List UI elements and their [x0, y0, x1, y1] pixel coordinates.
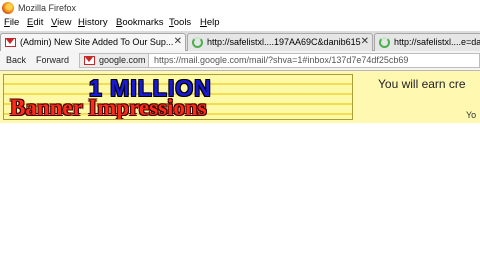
gmail-icon: [84, 56, 95, 65]
tab-safelist-1[interactable]: http://safelistxl....197AA69C&danib615 ✕: [187, 33, 373, 51]
menu-file[interactable]: File: [4, 17, 19, 28]
close-tab-icon[interactable]: ✕: [361, 36, 369, 47]
tab-label: (Admin) New Site Added To Our Sup...: [20, 37, 174, 47]
promo-text: You will earn cre: [378, 77, 466, 91]
menu-history[interactable]: History: [78, 17, 108, 28]
ad-row: 1 MILLION Banner Impressions You will ea…: [0, 71, 480, 123]
tab-safelist-2[interactable]: http://safelistxl....e=da: [374, 33, 480, 51]
tab-label: http://safelistxl....e=da: [394, 37, 480, 47]
gmail-icon: [5, 38, 16, 47]
menu-tools[interactable]: Tools: [169, 17, 191, 28]
menu-edit[interactable]: Edit: [27, 17, 43, 28]
menu-bar: File Edit View History Bookmarks Tools H…: [0, 16, 480, 31]
url-text: https://mail.google.com/mail/?shva=1#inb…: [154, 55, 409, 65]
loading-icon: [192, 37, 203, 48]
promo-subtext: Yo: [466, 110, 477, 120]
tab-gmail[interactable]: (Admin) New Site Added To Our Sup... ✕: [0, 33, 186, 52]
window-title: Mozilla Firefox: [18, 3, 77, 13]
site-identity-button[interactable]: google.com: [79, 53, 149, 68]
title-bar: Mozilla Firefox: [0, 0, 480, 16]
banner-subheadline: Banner Impressions: [10, 95, 207, 120]
tab-label: http://safelistxl....197AA69C&danib615: [207, 37, 361, 47]
loading-icon: [379, 37, 390, 48]
page-content: 1 MILLION Banner Impressions You will ea…: [0, 71, 480, 270]
back-button[interactable]: Back: [6, 55, 26, 65]
navigation-bar: Back Forward google.com https://mail.goo…: [0, 51, 480, 71]
menu-help[interactable]: Help: [200, 17, 220, 28]
menu-bookmarks[interactable]: Bookmarks: [116, 17, 164, 28]
banner-ad[interactable]: 1 MILLION Banner Impressions: [3, 74, 353, 120]
site-name: google.com: [99, 55, 146, 65]
firefox-icon: [2, 2, 14, 14]
forward-button[interactable]: Forward: [36, 55, 69, 65]
tab-bar: (Admin) New Site Added To Our Sup... ✕ h…: [0, 31, 480, 52]
close-tab-icon[interactable]: ✕: [174, 36, 182, 47]
url-input[interactable]: https://mail.google.com/mail/?shva=1#inb…: [149, 53, 480, 68]
menu-view[interactable]: View: [51, 17, 71, 28]
